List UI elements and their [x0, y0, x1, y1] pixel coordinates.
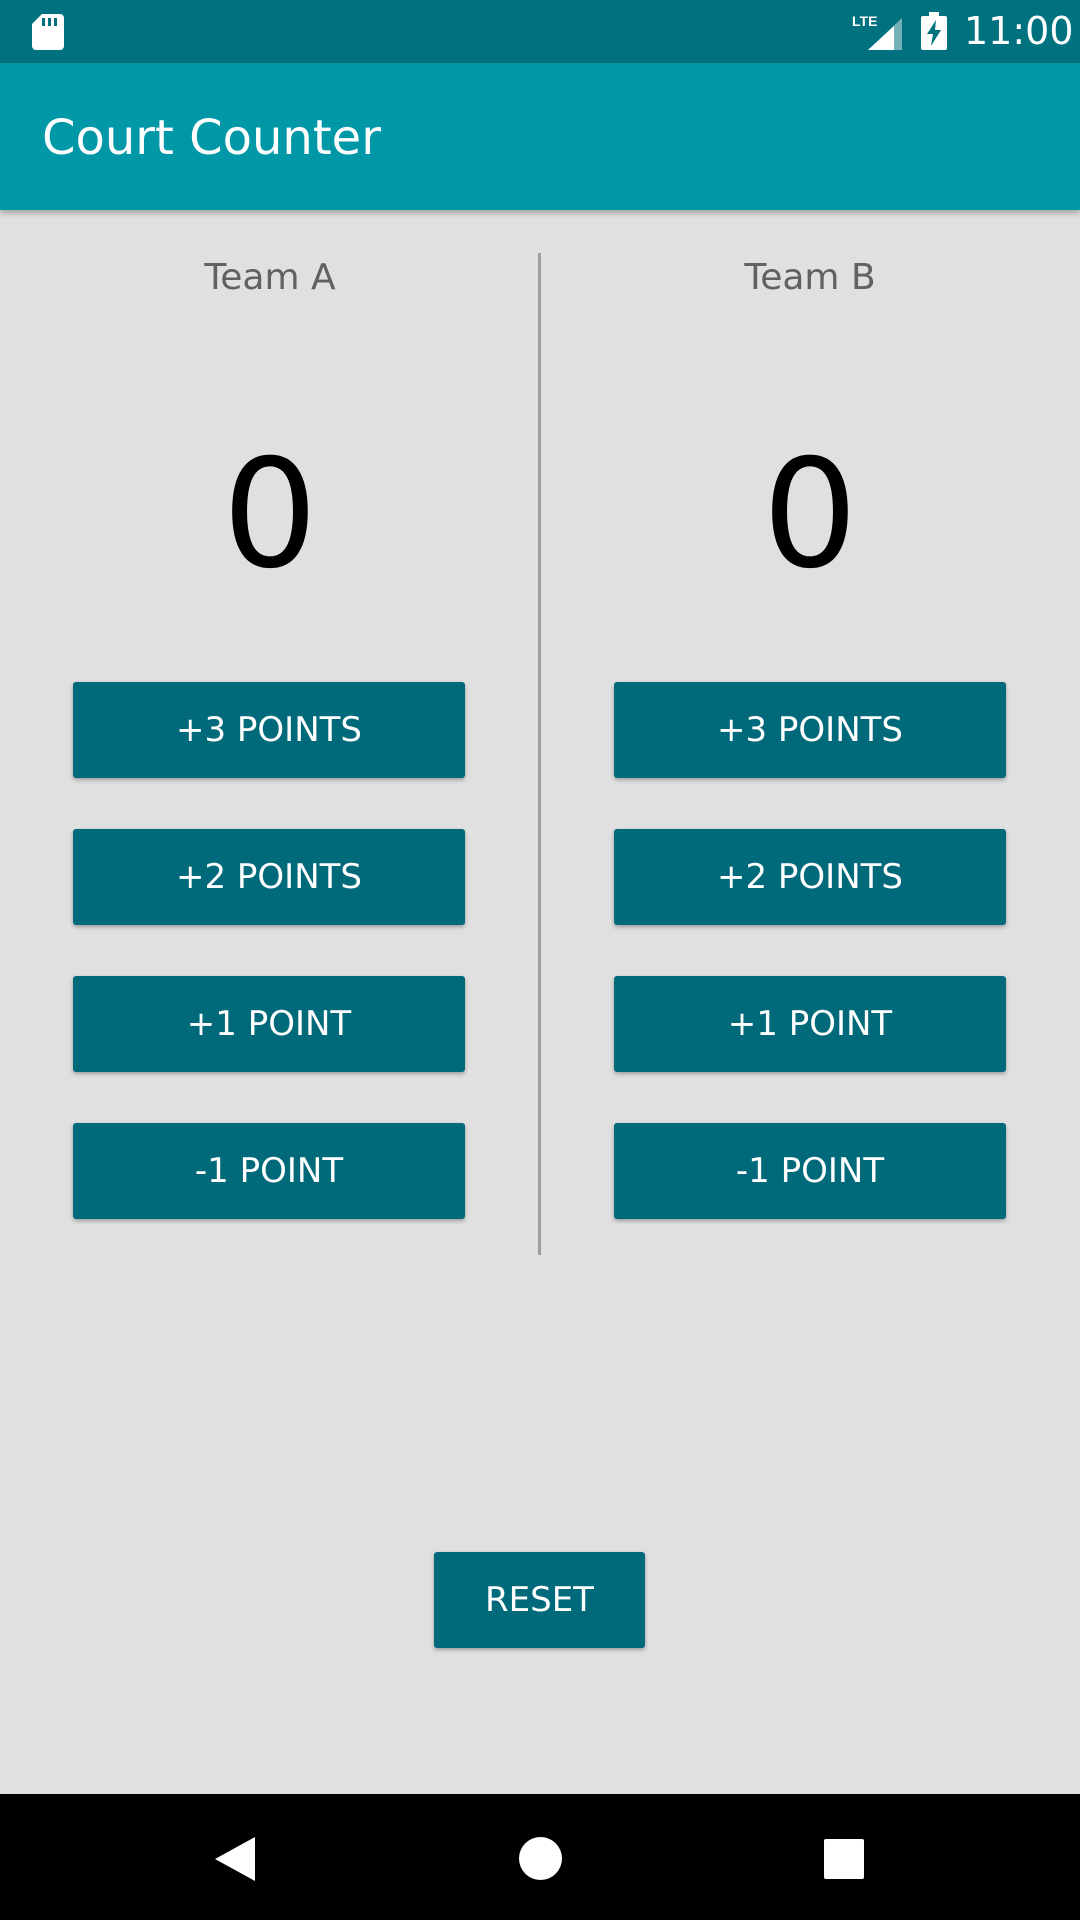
reset-button[interactable]: RESET [434, 1552, 645, 1648]
team-b-score: 0 [762, 428, 858, 602]
sd-card-icon [32, 14, 64, 50]
battery-charging-icon [921, 12, 947, 50]
status-time: 11:00 [964, 9, 1074, 53]
navigation-bar [0, 1794, 1080, 1920]
svg-text:LTE: LTE [852, 13, 877, 29]
recents-icon[interactable] [824, 1839, 864, 1879]
team-a-plus-3-button[interactable]: +3 POINTS [73, 682, 465, 778]
back-icon[interactable] [215, 1837, 257, 1881]
team-b-plus-3-button[interactable]: +3 POINTS [614, 682, 1006, 778]
app-bar: Court Counter [0, 63, 1080, 210]
status-bar: LTE 11:00 [0, 0, 1080, 63]
team-a-score: 0 [222, 428, 318, 602]
team-b-panel: Team B 0 +3 POINTS +2 POINTS +1 POINT -1… [540, 210, 1080, 1260]
team-a-minus-1-button[interactable]: -1 POINT [73, 1123, 465, 1219]
app-title: Court Counter [42, 110, 381, 166]
team-a-plus-1-button[interactable]: +1 POINT [73, 976, 465, 1072]
lte-signal-icon: LTE [852, 13, 902, 50]
team-a-plus-2-button[interactable]: +2 POINTS [73, 829, 465, 925]
team-a-name: Team A [204, 257, 336, 298]
team-b-plus-1-button[interactable]: +1 POINT [614, 976, 1006, 1072]
team-b-plus-2-button[interactable]: +2 POINTS [614, 829, 1006, 925]
team-b-minus-1-button[interactable]: -1 POINT [614, 1123, 1006, 1219]
team-b-name: Team B [744, 257, 876, 298]
team-a-panel: Team A 0 +3 POINTS +2 POINTS +1 POINT -1… [0, 210, 540, 1260]
home-icon[interactable] [519, 1837, 562, 1880]
